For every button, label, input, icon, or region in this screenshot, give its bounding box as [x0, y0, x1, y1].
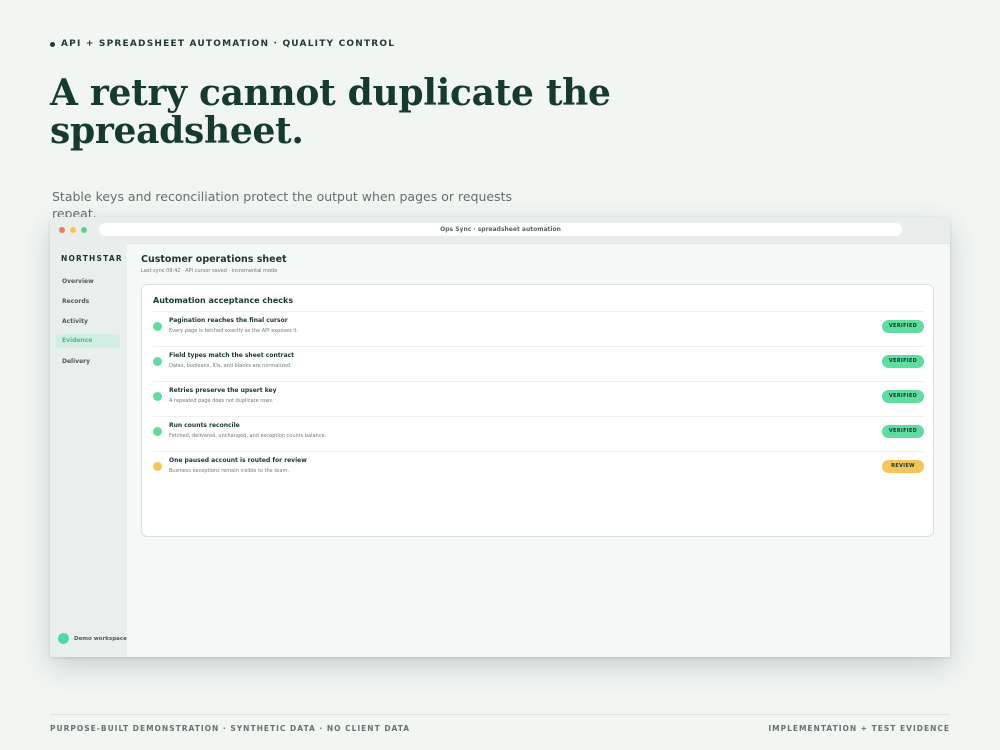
status-dot-icon [153, 427, 162, 436]
status-badge: VERIFIED [882, 390, 924, 403]
check-row: Field types match the sheet contract Dat… [153, 346, 924, 382]
status-badge: REVIEW [882, 460, 924, 473]
bullet-dot-icon [50, 41, 55, 47]
check-title: Run counts reconcile [169, 422, 240, 429]
check-description: Business exceptions remain visible to th… [169, 468, 289, 474]
status-dot-icon [153, 392, 162, 401]
close-window-icon[interactable] [59, 227, 65, 233]
minimize-window-icon[interactable] [70, 227, 76, 233]
footer-label: IMPLEMENTATION + TEST EVIDENCE [768, 724, 950, 733]
app-window: Ops Sync · spreadsheet automation NORTHS… [50, 217, 950, 657]
eyebrow: API + SPREADSHEET AUTOMATION · QUALITY C… [50, 39, 395, 49]
brand-logo: NORTHSTAR [61, 254, 123, 263]
sidebar-item-evidence[interactable]: Evidence [56, 334, 120, 348]
maximize-window-icon[interactable] [81, 227, 87, 233]
check-row: Retries preserve the upsert key A repeat… [153, 381, 924, 417]
status-badge: VERIFIED [882, 355, 924, 368]
headline: A retry cannot duplicate the spreadsheet… [50, 72, 611, 152]
workspace-avatar [58, 633, 69, 644]
window-titlebar: Ops Sync · spreadsheet automation [50, 217, 950, 244]
sidebar-item-activity[interactable]: Activity [56, 315, 120, 329]
status-badge: VERIFIED [882, 425, 924, 438]
check-row: Pagination reaches the final cursor Ever… [153, 311, 924, 347]
main-content: Customer operations sheet Last sync 09:4… [141, 243, 941, 657]
eyebrow-text: API + SPREADSHEET AUTOMATION · QUALITY C… [61, 39, 396, 49]
status-badge: VERIFIED [882, 320, 924, 333]
sync-status: Last sync 09:42 · API cursor saved · inc… [141, 268, 278, 274]
status-dot-icon [153, 322, 162, 331]
check-row: One paused account is routed for review … [153, 451, 924, 487]
acceptance-checks-card: Automation acceptance checks Pagination … [141, 284, 934, 537]
check-row: Run counts reconcile Fetched, delivered,… [153, 416, 924, 452]
card-title: Automation acceptance checks [153, 296, 294, 305]
check-description: A repeated page does not duplicate rows. [169, 398, 274, 404]
footer-divider [50, 714, 950, 715]
status-dot-icon [153, 462, 162, 471]
workspace-label: Demo workspace [74, 635, 127, 642]
sidebar-item-overview[interactable]: Overview [56, 275, 120, 289]
check-description: Fetched, delivered, unchanged, and excep… [169, 433, 327, 439]
sidebar-item-delivery[interactable]: Delivery [56, 355, 120, 369]
check-title: One paused account is routed for review [169, 457, 307, 464]
status-dot-icon [153, 357, 162, 366]
page-title: Customer operations sheet [141, 254, 287, 265]
check-description: Every page is fetched exactly as the API… [169, 328, 299, 334]
sidebar-item-records[interactable]: Records [56, 295, 120, 309]
address-bar[interactable]: Ops Sync · spreadsheet automation [99, 223, 902, 236]
page: API + SPREADSHEET AUTOMATION · QUALITY C… [0, 0, 1000, 750]
workspace-switcher[interactable]: Demo workspace [58, 633, 127, 644]
check-title: Field types match the sheet contract [169, 352, 295, 359]
footer-disclaimer: PURPOSE-BUILT DEMONSTRATION · SYNTHETIC … [50, 724, 411, 733]
check-title: Retries preserve the upsert key [169, 387, 277, 394]
check-description: Dates, booleans, IDs, and blanks are nor… [169, 363, 292, 369]
check-title: Pagination reaches the final cursor [169, 317, 288, 324]
sidebar: NORTHSTAR Overview Records Activity Evid… [50, 243, 127, 657]
